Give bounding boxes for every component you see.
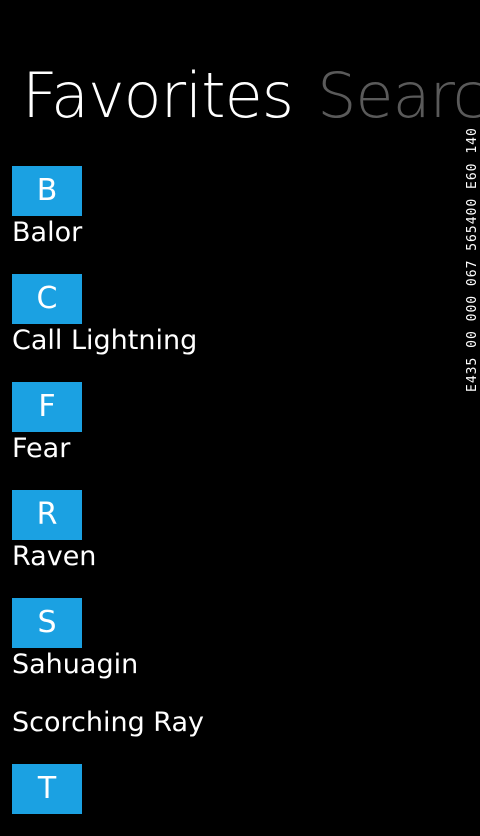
group-header-r[interactable]: R	[12, 490, 82, 540]
pivot-header: Favorites Search	[22, 56, 480, 136]
group-f: F Fear	[12, 382, 452, 468]
frame-rate-counter: E435 00 000 067 565400 E60 140	[464, 32, 480, 392]
group-header-f[interactable]: F	[12, 382, 82, 432]
group-header-b[interactable]: B	[12, 166, 82, 216]
group-c: C Call Lightning	[12, 274, 452, 360]
list-item[interactable]: Scorching Ray	[12, 706, 452, 742]
group-header-c[interactable]: C	[12, 274, 82, 324]
group-r: R Raven	[12, 490, 452, 576]
group-header-s[interactable]: S	[12, 598, 82, 648]
list-item[interactable]: Call Lightning	[12, 324, 452, 360]
list-item[interactable]: Raven	[12, 540, 452, 576]
frame-rate-counter-text: E435 00 000 067 565400 E60 140	[465, 127, 480, 392]
list-item[interactable]: Fear	[12, 432, 452, 468]
list-item[interactable]: Sahuagin	[12, 648, 452, 684]
favorites-list: B Balor C Call Lightning F Fear R Raven …	[12, 166, 452, 836]
pivot-item-search[interactable]: Search	[317, 56, 480, 136]
pivot-item-favorites[interactable]: Favorites	[22, 56, 294, 136]
list-item[interactable]: Balor	[12, 216, 452, 252]
group-b: B Balor	[12, 166, 452, 252]
group-s: S Sahuagin Scorching Ray	[12, 598, 452, 742]
group-t: T	[12, 764, 452, 814]
group-header-t[interactable]: T	[12, 764, 82, 814]
